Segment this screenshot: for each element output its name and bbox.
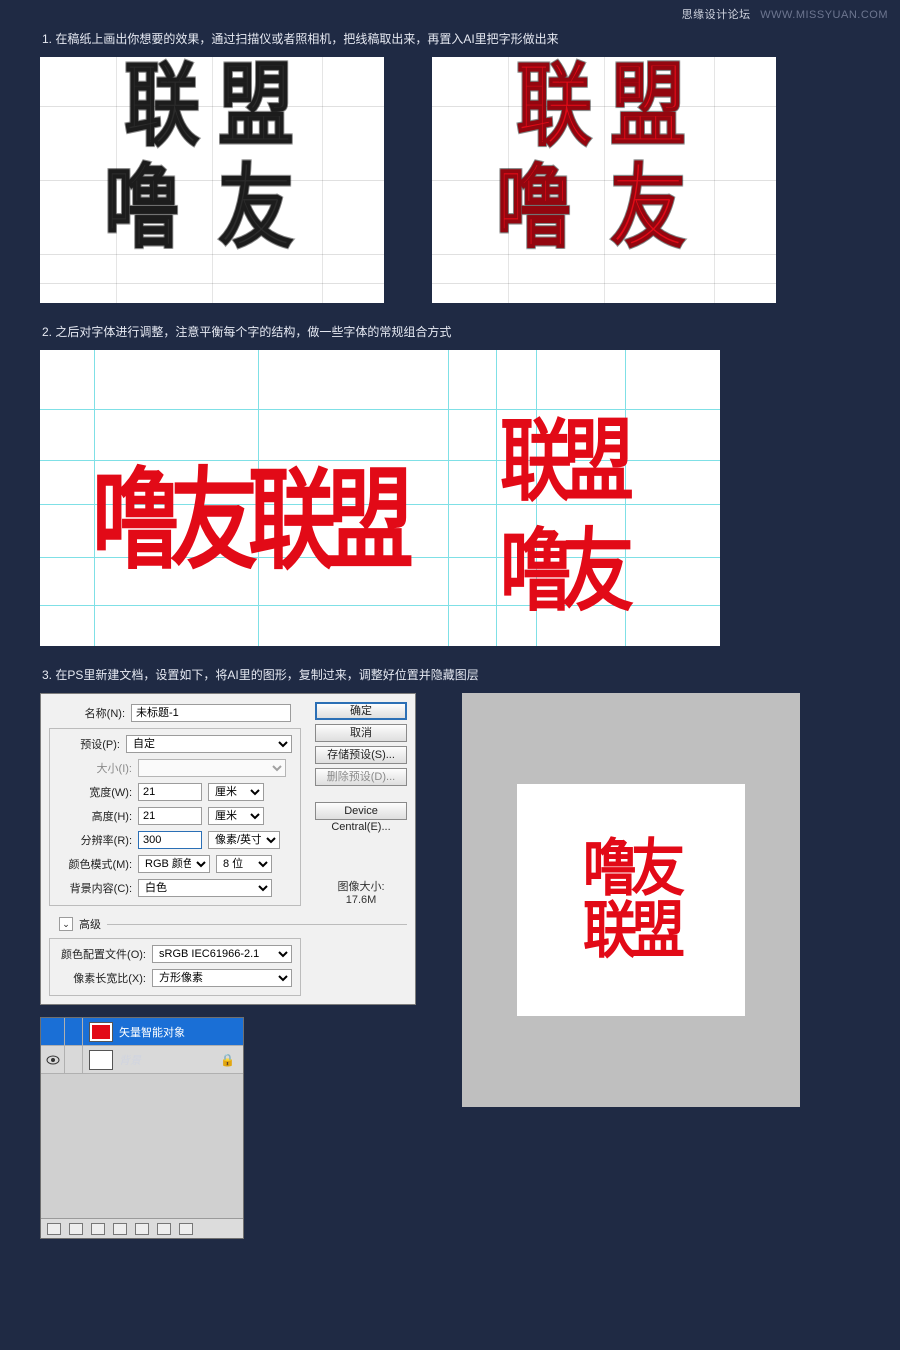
watermark-url: WWW.MISSYUAN.COM	[760, 9, 888, 21]
canvas-text-top: 噜友	[583, 838, 679, 900]
step-3: 3. 在PS里新建文档，设置如下，将AI里的图形，复制过来，调整好位置并隐藏图层…	[40, 666, 860, 1239]
label-pixar: 像素长宽比(X):	[56, 970, 152, 986]
delete-preset-button[interactable]: 删除预设(D)...	[315, 768, 407, 786]
layer-thumb-icon	[89, 1022, 113, 1042]
step1-text: 1. 在稿纸上画出你想要的效果，通过扫描仪或者照相机，把线稿取出来，再置入AI里…	[42, 30, 860, 47]
step2-text: 2. 之后对字体进行调整，注意平衡每个字的结构，做一些字体的常规组合方式	[42, 323, 860, 340]
pixar-select[interactable]: 方形像素	[152, 969, 292, 987]
adjust-icon[interactable]	[113, 1223, 127, 1235]
profile-select[interactable]: sRGB IEC61966-2.1	[152, 945, 292, 963]
sketch-red: 联 盟 噜 友	[432, 57, 776, 303]
mode-select[interactable]: RGB 颜色	[138, 855, 210, 873]
width-field[interactable]	[138, 783, 202, 801]
ps-page: 噜友 联盟	[517, 784, 745, 1016]
label-width: 宽度(W):	[56, 784, 138, 800]
resolution-unit[interactable]: 像素/英寸	[208, 831, 280, 849]
glyph-meng: 盟	[218, 61, 288, 152]
step3-text: 3. 在PS里新建文档，设置如下，将AI里的图形，复制过来，调整好位置并隐藏图层	[42, 666, 860, 683]
ok-button[interactable]: 确定	[315, 702, 407, 720]
cancel-button[interactable]: 取消	[315, 724, 407, 742]
ps-canvas: 噜友 联盟	[462, 693, 800, 1107]
dialog-buttons: 确定 取消 存储预设(S)... 删除预设(D)... Device Centr…	[315, 702, 407, 906]
new-doc-dialog: 确定 取消 存储预设(S)... 删除预设(D)... Device Centr…	[40, 693, 416, 1005]
advanced-toggle[interactable]: ⌄ 高级	[59, 916, 407, 932]
visibility-toggle[interactable]	[41, 1018, 65, 1045]
trash-icon[interactable]	[179, 1223, 193, 1235]
lock-icon: 🔒	[220, 1053, 235, 1067]
eye-icon	[46, 1055, 60, 1065]
bits-select[interactable]: 8 位	[216, 855, 272, 873]
label-profile: 颜色配置文件(O):	[56, 946, 152, 962]
canvas-text-bot: 联盟	[583, 900, 679, 962]
link-icon[interactable]	[47, 1223, 61, 1235]
resolution-field[interactable]	[138, 831, 202, 849]
label-res: 分辨率(R):	[56, 832, 138, 848]
group-icon[interactable]	[135, 1223, 149, 1235]
sketch-black: 联 盟 噜 友	[40, 57, 384, 303]
glyph-meng: 盟	[610, 61, 680, 152]
layer-row-smartobject[interactable]: 矢量智能对象	[41, 1018, 243, 1046]
preset-select[interactable]: 自定	[126, 735, 292, 753]
glyph-lu: 噜	[496, 163, 566, 254]
height-unit[interactable]: 厘米	[208, 807, 264, 825]
layer-row-bg[interactable]: 背景 🔒	[41, 1046, 243, 1074]
newlayer-icon[interactable]	[157, 1223, 171, 1235]
height-field[interactable]	[138, 807, 202, 825]
width-unit[interactable]: 厘米	[208, 783, 264, 801]
step-1: 1. 在稿纸上画出你想要的效果，通过扫描仪或者照相机，把线稿取出来，再置入AI里…	[40, 30, 860, 303]
layer-thumb-icon	[89, 1050, 113, 1070]
label-name: 名称(N):	[49, 705, 131, 721]
watermark: 思缘设计论坛 WWW.MISSYUAN.COM	[682, 6, 888, 22]
layer-name: 背景	[119, 1052, 141, 1068]
glyph-lu: 噜	[104, 163, 174, 254]
label-bg: 背景内容(C):	[56, 880, 138, 896]
glyph-lian: 联	[516, 61, 586, 152]
visibility-toggle[interactable]	[41, 1046, 65, 1073]
word-block-bot: 噜友	[500, 497, 624, 628]
glyph-you: 友	[218, 163, 288, 254]
glyph-you: 友	[610, 163, 680, 254]
glyph-lian: 联	[124, 61, 194, 152]
fx-icon[interactable]	[69, 1223, 83, 1235]
label-height: 高度(H):	[56, 808, 138, 824]
layer-name: 矢量智能对象	[119, 1024, 185, 1040]
step-2: 2. 之后对字体进行调整，注意平衡每个字的结构，做一些字体的常规组合方式 噜友联…	[40, 323, 860, 646]
device-central-button[interactable]: Device Central(E)...	[315, 802, 407, 820]
name-field[interactable]	[131, 704, 291, 722]
chevron-down-icon: ⌄	[59, 917, 73, 931]
bg-select[interactable]: 白色	[138, 879, 272, 897]
image-size-readout: 图像大小: 17.6M	[337, 878, 384, 906]
watermark-forum: 思缘设计论坛	[682, 9, 751, 21]
save-preset-button[interactable]: 存储预设(S)...	[315, 746, 407, 764]
mask-icon[interactable]	[91, 1223, 105, 1235]
word-horizontal: 噜友联盟	[92, 432, 404, 591]
label-mode: 颜色模式(M):	[56, 856, 138, 872]
ai-artboard: 噜友联盟 联盟 噜友	[40, 350, 720, 646]
layers-footer	[41, 1218, 243, 1238]
label-preset: 预设(P):	[56, 736, 126, 752]
size-select	[138, 759, 286, 777]
layers-panel: 矢量智能对象 背景 🔒	[40, 1017, 244, 1239]
label-size: 大小(I):	[56, 760, 138, 776]
